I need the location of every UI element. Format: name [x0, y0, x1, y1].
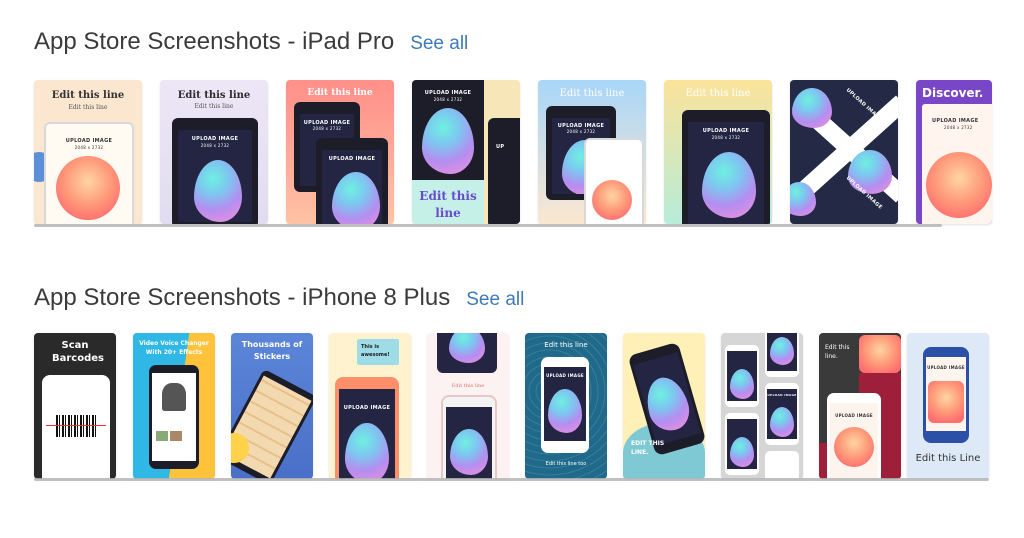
thumbnail-heading: Edit this line [685, 88, 751, 99]
upload-image-label: UPLOAD IMAGE [932, 118, 979, 124]
dimensions-label: 2048 x 2732 [200, 143, 230, 148]
thumbnail-subheading: Edit this line [68, 104, 108, 111]
dimensions-label: 2048 x 2732 [74, 145, 104, 150]
template-thumbnail[interactable]: EDIT THIS LINE. [623, 333, 705, 479]
upload-image-label: UPLOAD IMAGE [767, 393, 797, 397]
thumbnail-carousel[interactable]: Scan Barcodes Video Voice Changer With 2… [34, 333, 994, 483]
template-thumbnail[interactable]: Discover. UPLOAD IMAGE 2048 x 2732 [916, 80, 992, 224]
thumbnail-heading: Edit this line [307, 88, 373, 98]
template-thumbnail[interactable]: UPLOAD IMAGE UPLOAD IMAGE [790, 80, 898, 224]
thumbnail-heading: Video Voice Changer With 20+ Effects [139, 340, 209, 356]
thumbnail-heading: Edit this line [177, 90, 251, 101]
section-title: App Store Screenshots - iPad Pro [34, 28, 395, 55]
dimensions-label: 2048 x 2732 [711, 135, 741, 140]
thumbnail-heading: Thousands of Stickers [241, 340, 303, 361]
dimensions-label: 2048 x 2732 [312, 126, 342, 131]
see-all-link[interactable]: See all [466, 289, 524, 311]
section-iphone-8-plus: App Store Screenshots - iPhone 8 Plus Se… [34, 284, 994, 483]
thumbnail-heading: Edit this line [419, 189, 477, 220]
upload-image-label: UPLOAD IMAGE [343, 405, 391, 411]
template-thumbnail[interactable]: UPLOAD IMAGE 2048 x 2732 Edit this line … [412, 80, 520, 224]
template-thumbnail[interactable]: Thousands of Stickers [231, 333, 313, 479]
dimensions-label: 2048 x 2732 [944, 125, 973, 130]
dimensions-label: 2048 x 2732 [566, 129, 596, 134]
template-thumbnail[interactable]: Edit this line UPLOAD IMAGE 2048 x 2732 … [286, 80, 394, 224]
template-thumbnail[interactable]: Video Voice Changer With 20+ Effects [133, 333, 215, 479]
upload-image-label: UPLOAD IMAGE [927, 365, 965, 370]
upload-image-label: UPLOAD IMAGE [835, 413, 873, 418]
thumbnail-subheading: Edit this line [194, 103, 234, 110]
template-thumbnail[interactable]: Edit this line [427, 333, 509, 479]
template-thumbnail[interactable]: Scan Barcodes [34, 333, 116, 479]
thumbnail-heading: Edit this Line [915, 453, 981, 464]
template-thumbnail[interactable]: UPLOAD IMAGE [721, 333, 803, 479]
template-thumbnail[interactable]: Edit this line Edit this line UPLOAD IMA… [34, 80, 142, 224]
template-thumbnail[interactable]: Edit this line UPLOAD IMAGE 2048 x 2732 [538, 80, 646, 224]
section-ipad-pro: App Store Screenshots - iPad Pro See all… [34, 28, 994, 228]
template-thumbnail[interactable]: Edit this line UPLOAD IMAGE Edit this li… [525, 333, 607, 479]
template-thumbnail[interactable]: UPLOAD IMAGE Edit this Line [907, 333, 989, 479]
upload-image-label: UPLOAD IMAGE [191, 136, 239, 142]
thumbnail-heading: EDIT THIS LINE. [631, 440, 665, 456]
thumbnail-heading: Edit this line [544, 341, 588, 349]
section-header: App Store Screenshots - iPad Pro See all [34, 28, 994, 68]
thumbnail-heading: Edit this line [51, 90, 125, 101]
template-thumbnail[interactable]: Edit this line Edit this line UPLOAD IMA… [160, 80, 268, 224]
thumbnail-subheading: Edit this line too [545, 461, 587, 467]
upload-image-label: UPLOAD IMAGE [702, 128, 750, 134]
section-title: App Store Screenshots - iPhone 8 Plus [34, 284, 451, 311]
section-header: App Store Screenshots - iPhone 8 Plus Se… [34, 284, 994, 324]
upload-image-label: UPLOAD IMAGE [546, 373, 584, 378]
template-thumbnail[interactable]: Edit this line. UPLOAD IMAGE [819, 333, 901, 479]
upload-image-label: UPLOAD IMAGE [424, 90, 472, 96]
thumbnail-heading: Discover. [922, 86, 984, 100]
thumbnail-heading: This is awesome! [361, 344, 390, 358]
horizontal-scrollbar[interactable] [34, 478, 989, 481]
thumbnail-heading: Scan Barcodes [52, 340, 104, 364]
template-thumbnail[interactable]: Edit this line UPLOAD IMAGE 2048 x 2732 [664, 80, 772, 224]
template-thumbnail[interactable]: This is awesome! UPLOAD IMAGE [329, 333, 411, 479]
dimensions-label: 2048 x 2732 [433, 97, 463, 102]
thumbnail-heading: Edit this line [559, 88, 625, 99]
thumbnail-heading: Edit this line [451, 383, 485, 389]
upload-image-label: UPLOAD IMAGE [65, 138, 113, 144]
horizontal-scrollbar[interactable] [34, 224, 942, 227]
see-all-link[interactable]: See all [410, 33, 468, 55]
thumbnail-carousel[interactable]: Edit this line Edit this line UPLOAD IMA… [34, 80, 994, 228]
thumbnail-heading: Edit this line. [825, 344, 850, 360]
